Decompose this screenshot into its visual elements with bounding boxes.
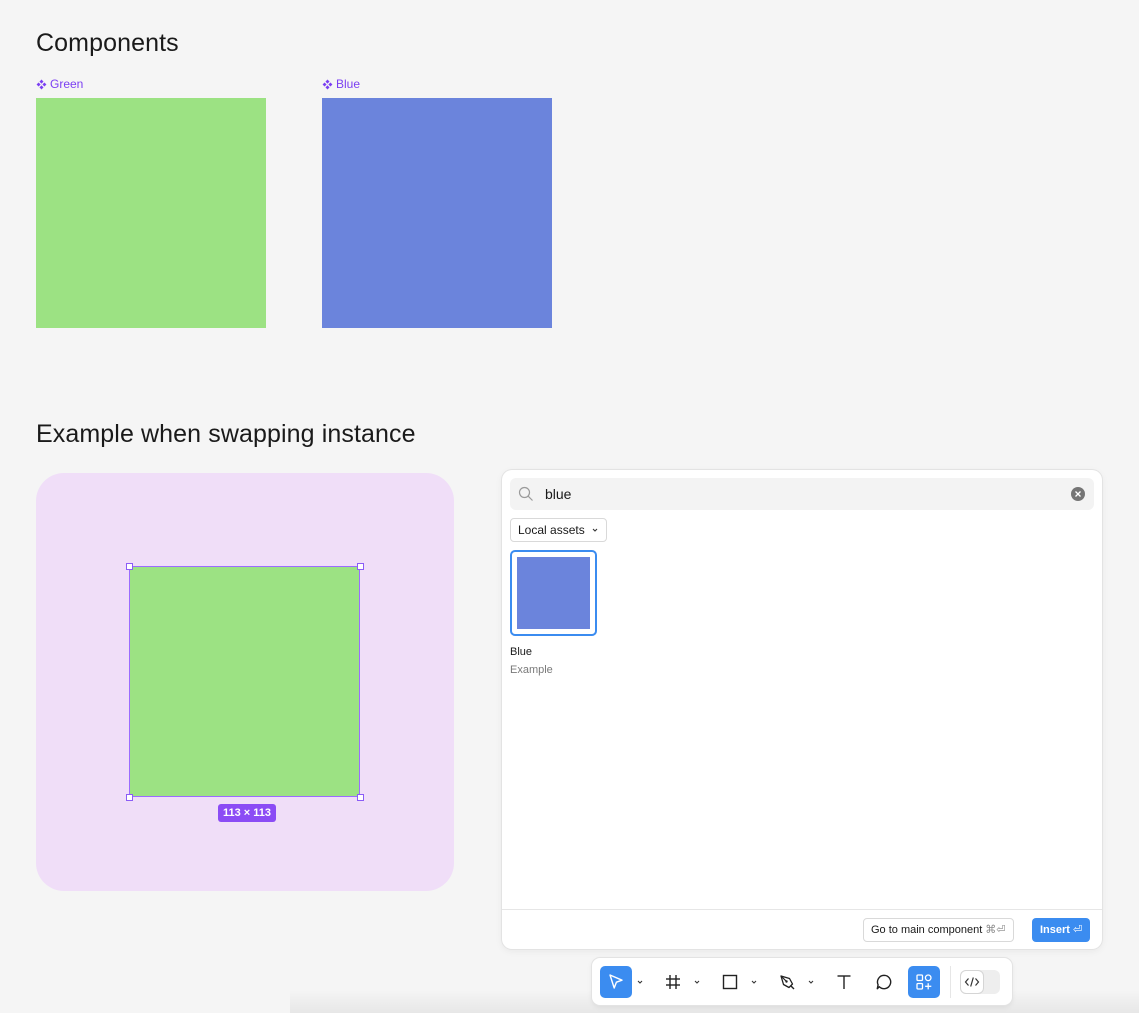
swap-instance-panel: Local assets Blue Example Go to main com… [502, 470, 1102, 949]
example-heading: Example when swapping instance [36, 420, 416, 448]
panel-footer: Go to main component ⌘⏎ Insert ⏎ [502, 909, 1102, 949]
dev-mode-toggle[interactable] [960, 970, 1000, 994]
speech-bubble-icon [876, 974, 892, 990]
chevron-down-icon [592, 528, 598, 532]
shape-tool-menu-chevron[interactable] [749, 977, 759, 987]
component-icon [322, 79, 333, 89]
go-to-main-component-button[interactable]: Go to main component ⌘⏎ [863, 918, 1014, 942]
pen-tool-menu-chevron[interactable] [806, 977, 816, 987]
shortcut-hint: ⌘⏎ [985, 924, 1006, 936]
cursor-arrow-icon [609, 974, 623, 989]
asset-thumbnail [517, 557, 590, 629]
clear-search-button[interactable] [1071, 487, 1085, 501]
frame-tool[interactable] [657, 966, 689, 998]
text-tool[interactable] [828, 966, 860, 998]
library-filter-label: Local assets [518, 523, 585, 537]
asset-name: Blue [510, 646, 533, 658]
bottom-toolbar [592, 958, 1012, 1005]
frame-hash-icon [666, 975, 680, 989]
insert-button[interactable]: Insert ⏎ [1032, 918, 1091, 942]
components-heading: Components [36, 29, 179, 57]
pen-nib-icon [780, 975, 795, 990]
comment-tool[interactable] [868, 966, 900, 998]
toolbar-divider [950, 966, 951, 998]
shapes-plus-icon [916, 974, 932, 990]
move-tool[interactable] [600, 966, 632, 998]
resize-handle-bottom-right[interactable] [357, 794, 364, 801]
search-box [510, 478, 1094, 510]
selected-instance[interactable] [129, 566, 360, 797]
search-input[interactable] [545, 478, 1055, 510]
green-component[interactable] [36, 98, 266, 328]
component-label-blue[interactable]: Blue [322, 76, 360, 92]
move-tool-menu-chevron[interactable] [635, 977, 645, 987]
asset-library-name: Example [510, 664, 553, 676]
shortcut-hint: ⏎ [1072, 924, 1083, 936]
resize-handle-top-left[interactable] [126, 563, 133, 570]
blue-component[interactable] [322, 98, 552, 328]
resize-handle-top-right[interactable] [357, 563, 364, 570]
pen-tool[interactable] [771, 966, 803, 998]
component-icon [36, 79, 47, 89]
code-brackets-icon [964, 977, 980, 987]
insert-label: Insert [1040, 924, 1070, 936]
text-t-icon [837, 975, 851, 989]
search-icon [518, 486, 533, 501]
go-to-main-component-label: Go to main component [871, 924, 983, 936]
close-icon [1075, 491, 1081, 497]
component-label-text: Green [50, 77, 84, 91]
component-label-green[interactable]: Green [36, 76, 83, 92]
frame-tool-menu-chevron[interactable] [692, 977, 702, 987]
assets-tool[interactable] [908, 966, 940, 998]
component-label-text: Blue [336, 77, 361, 91]
size-badge: 113 × 113 [218, 804, 277, 822]
library-filter-dropdown[interactable]: Local assets [510, 518, 607, 542]
asset-card-blue[interactable] [510, 550, 597, 636]
rectangle-icon [722, 974, 738, 990]
resize-handle-bottom-left[interactable] [126, 794, 133, 801]
dev-mode-toggle-knob [961, 971, 983, 993]
shape-tool[interactable] [714, 966, 746, 998]
